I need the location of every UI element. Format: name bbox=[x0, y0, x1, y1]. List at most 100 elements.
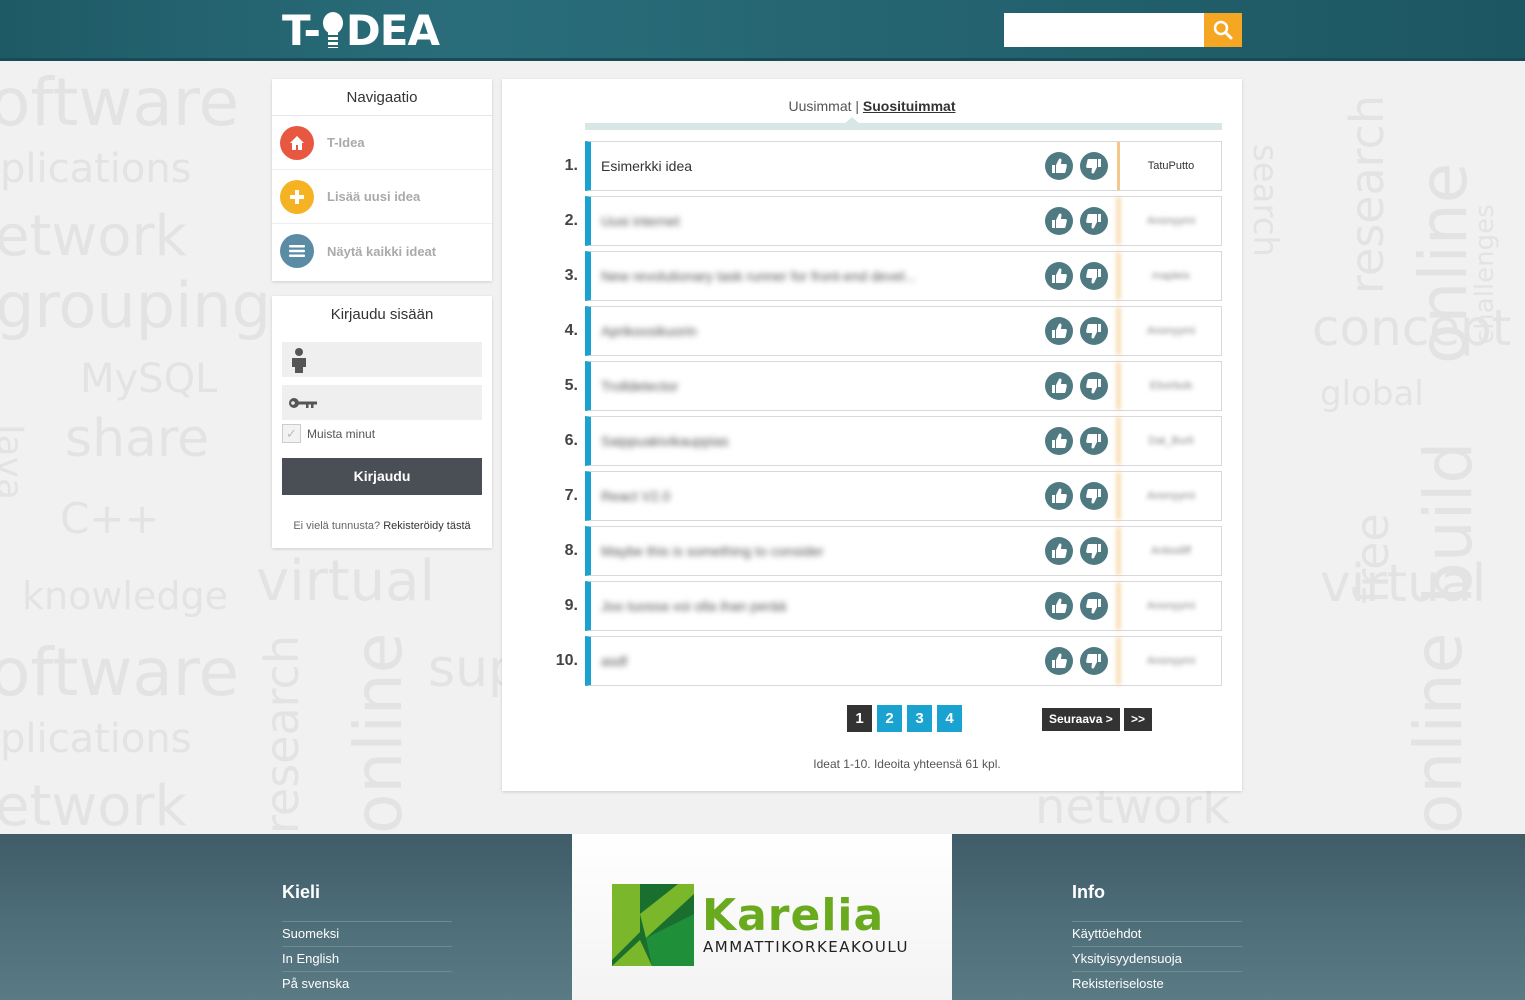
upvote-button[interactable] bbox=[1045, 152, 1073, 180]
idea-card: Aprikoosikuorin Anonyymi bbox=[585, 306, 1222, 356]
idea-title-link[interactable]: Uusi internet bbox=[601, 197, 680, 245]
karelia-logo[interactable]: Karelia AMMATTIKORKEAKOULU bbox=[572, 834, 952, 1000]
downvote-button[interactable] bbox=[1080, 152, 1108, 180]
site-header: T- DEA bbox=[0, 0, 1525, 61]
nav-item-add-idea[interactable]: Lisää uusi idea bbox=[272, 170, 492, 224]
idea-author[interactable]: Anonyymi bbox=[1117, 637, 1222, 685]
idea-rank: 2. bbox=[564, 212, 578, 229]
idea-row: 2. Uusi internet Anonyymi bbox=[542, 196, 1222, 246]
page-button-1[interactable]: 1 bbox=[847, 705, 872, 732]
last-page-button[interactable]: >> bbox=[1124, 708, 1153, 731]
page-button-3[interactable]: 3 bbox=[907, 705, 932, 732]
info-link-privacy[interactable]: Yksityisyydensuoja bbox=[1072, 946, 1242, 971]
idea-author[interactable]: Anonyymi bbox=[1117, 582, 1222, 630]
remember-me[interactable]: ✓ Muista minut bbox=[282, 424, 375, 443]
tab-newest[interactable]: Uusimmat bbox=[788, 98, 851, 114]
page-button-2[interactable]: 2 bbox=[877, 705, 902, 732]
user-icon bbox=[292, 347, 306, 373]
downvote-button[interactable] bbox=[1080, 317, 1108, 345]
idea-card: Uusi internet Anonyymi bbox=[585, 196, 1222, 246]
site-footer: Kieli Suomeksi In English På svenska Kar… bbox=[0, 834, 1525, 1000]
downvote-button[interactable] bbox=[1080, 427, 1108, 455]
tab-popular[interactable]: Suosituimmat bbox=[863, 98, 956, 114]
upvote-button[interactable] bbox=[1045, 262, 1073, 290]
search-button[interactable] bbox=[1204, 13, 1242, 47]
idea-title-link[interactable]: Maybe this is something to consider bbox=[601, 527, 824, 575]
tab-separator: | bbox=[855, 98, 860, 114]
language-link-sv[interactable]: På svenska bbox=[282, 971, 452, 996]
downvote-button[interactable] bbox=[1080, 207, 1108, 235]
register-text: Ei vielä tunnusta? Rekisteröidy tästä bbox=[272, 520, 492, 532]
idea-author[interactable]: Anonyymi bbox=[1117, 472, 1222, 520]
idea-row: 9. Joo tuossa voi olla ihan perää Anonyymi bbox=[542, 581, 1222, 631]
username-field[interactable] bbox=[282, 342, 482, 377]
idea-author[interactable]: Anonyymi bbox=[1117, 307, 1222, 355]
idea-card: Trolldetector Elixirbob bbox=[585, 361, 1222, 411]
upvote-button[interactable] bbox=[1045, 482, 1073, 510]
idea-rank: 1. bbox=[564, 157, 578, 174]
bg-word: oftware bbox=[0, 64, 240, 141]
upvote-button[interactable] bbox=[1045, 317, 1073, 345]
idea-title-link[interactable]: Saippuakivikauppias bbox=[601, 417, 729, 465]
bg-word: global bbox=[1320, 374, 1424, 414]
logo-text-right: DEA bbox=[345, 5, 440, 55]
login-panel: Kirjaudu sisään ✓ Muista minut Kirjaudu … bbox=[272, 296, 492, 548]
upvote-button[interactable] bbox=[1045, 647, 1073, 675]
downvote-button[interactable] bbox=[1080, 372, 1108, 400]
remember-checkbox[interactable]: ✓ bbox=[282, 424, 301, 443]
idea-title-link[interactable]: asdf bbox=[601, 637, 627, 685]
upvote-button[interactable] bbox=[1045, 592, 1073, 620]
idea-title-link[interactable]: Trolldetector bbox=[601, 362, 678, 410]
t-idea-logo[interactable]: T- DEA bbox=[282, 5, 440, 55]
bg-word: search bbox=[1245, 144, 1285, 257]
idea-title-link[interactable]: New revolutionary task runner for front-… bbox=[601, 252, 916, 300]
idea-author[interactable]: Dat_Burli bbox=[1117, 417, 1222, 465]
thumbs-down-icon bbox=[1085, 432, 1103, 450]
idea-title-link[interactable]: Esimerkki idea bbox=[601, 142, 692, 190]
bg-word: etwork bbox=[0, 774, 187, 834]
idea-author[interactable]: Anonyymi bbox=[1117, 197, 1222, 245]
bg-word: free bbox=[1345, 513, 1399, 604]
login-button[interactable]: Kirjaudu bbox=[282, 458, 482, 495]
idea-author[interactable]: TatuPutto bbox=[1117, 142, 1222, 190]
search-input[interactable] bbox=[1004, 13, 1204, 47]
sort-bar bbox=[585, 123, 1222, 130]
downvote-button[interactable] bbox=[1080, 537, 1108, 565]
thumbs-down-icon bbox=[1085, 377, 1103, 395]
upvote-button[interactable] bbox=[1045, 207, 1073, 235]
karelia-wordmark: Karelia bbox=[702, 890, 885, 941]
thumbs-down-icon bbox=[1085, 542, 1103, 560]
password-field[interactable] bbox=[282, 385, 482, 420]
next-page-button[interactable]: Seuraava > bbox=[1042, 708, 1120, 731]
nav-item-all-ideas[interactable]: Näytä kaikki ideat bbox=[272, 224, 492, 278]
language-link-fi[interactable]: Suomeksi bbox=[282, 921, 452, 946]
idea-author[interactable]: mapleix bbox=[1117, 252, 1222, 300]
idea-title-link[interactable]: React V2.0 bbox=[601, 472, 670, 520]
downvote-button[interactable] bbox=[1080, 262, 1108, 290]
upvote-button[interactable] bbox=[1045, 427, 1073, 455]
idea-row: 7. React V2.0 Anonyymi bbox=[542, 471, 1222, 521]
idea-author[interactable]: Elixirbob bbox=[1117, 362, 1222, 410]
karelia-k-icon bbox=[612, 884, 694, 966]
downvote-button[interactable] bbox=[1080, 647, 1108, 675]
page-button-4[interactable]: 4 bbox=[937, 705, 962, 732]
idea-rank: 7. bbox=[564, 487, 578, 504]
idea-title-link[interactable]: Joo tuossa voi olla ihan perää bbox=[601, 582, 786, 630]
register-link[interactable]: Rekisteröidy tästä bbox=[383, 520, 470, 532]
info-link-terms[interactable]: Käyttöehdot bbox=[1072, 921, 1242, 946]
info-link-register-statement[interactable]: Rekisteriseloste bbox=[1072, 971, 1242, 996]
upvote-button[interactable] bbox=[1045, 372, 1073, 400]
upvote-button[interactable] bbox=[1045, 537, 1073, 565]
thumbs-down-icon bbox=[1085, 597, 1103, 615]
downvote-button[interactable] bbox=[1080, 482, 1108, 510]
bg-word: grouping bbox=[0, 269, 271, 342]
downvote-button[interactable] bbox=[1080, 592, 1108, 620]
idea-author[interactable]: Anbodiff bbox=[1117, 527, 1222, 575]
karelia-subtitle: AMMATTIKORKEAKOULU bbox=[703, 938, 909, 956]
language-link-en[interactable]: In English bbox=[282, 946, 452, 971]
idea-row: 5. Trolldetector Elixirbob bbox=[542, 361, 1222, 411]
bg-word: online bbox=[1400, 632, 1477, 834]
navigation-panel: Navigaatio T-Idea Lisää uusi idea Näytä … bbox=[272, 79, 492, 281]
idea-title-link[interactable]: Aprikoosikuorin bbox=[601, 307, 697, 355]
nav-item-home[interactable]: T-Idea bbox=[272, 116, 492, 170]
